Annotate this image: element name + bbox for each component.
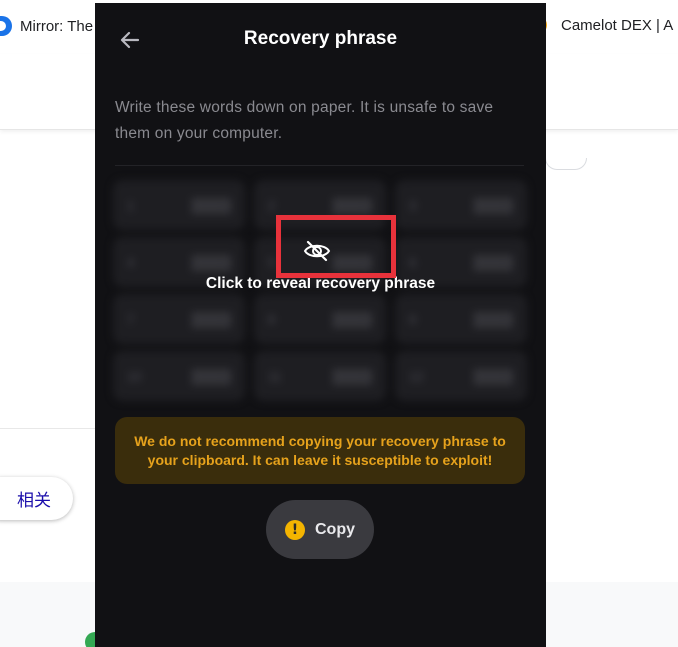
related-chip-label: 相关	[17, 491, 51, 511]
reveal-phrase-button[interactable]: Click to reveal recovery phrase	[113, 180, 528, 406]
instructions-text: Write these words down on paper. It is u…	[115, 99, 494, 142]
recovery-phrase-popup: Recovery phrase Write these words down o…	[95, 3, 546, 647]
clipboard-warning: We do not recommend copying your recover…	[115, 417, 525, 484]
section-divider	[0, 428, 95, 429]
bookmark-camelot[interactable]: Camelot DEX | A	[537, 16, 673, 34]
related-chip[interactable]: 相关	[0, 477, 73, 520]
bookmark-mirror[interactable]: Mirror: The	[0, 16, 93, 36]
copy-button-label: Copy	[315, 520, 355, 538]
page-title: Recovery phrase	[243, 28, 398, 49]
search-box-edge	[545, 158, 587, 170]
annotation-highlight-box	[276, 215, 396, 278]
bookmark-camelot-label: Camelot DEX | A	[561, 16, 674, 34]
copy-button[interactable]: ! Copy	[266, 500, 374, 559]
clipboard-warning-text: We do not recommend copying your recover…	[134, 433, 506, 468]
popup-header: Recovery phrase	[95, 3, 546, 75]
exclamation-circle-icon: !	[285, 519, 305, 540]
divider	[115, 165, 524, 166]
bookmark-mirror-label: Mirror: The	[20, 17, 94, 35]
recovery-phrase-area: 1 ▒▒▒▒ 2 ▒▒▒▒ 3 ▒▒▒▒ 4 ▒▒▒▒ 5 ▒▒▒▒ 6 ▒▒▒▒ 7 ▒▒▒…	[113, 180, 528, 406]
mirror-favicon-icon	[0, 16, 12, 36]
